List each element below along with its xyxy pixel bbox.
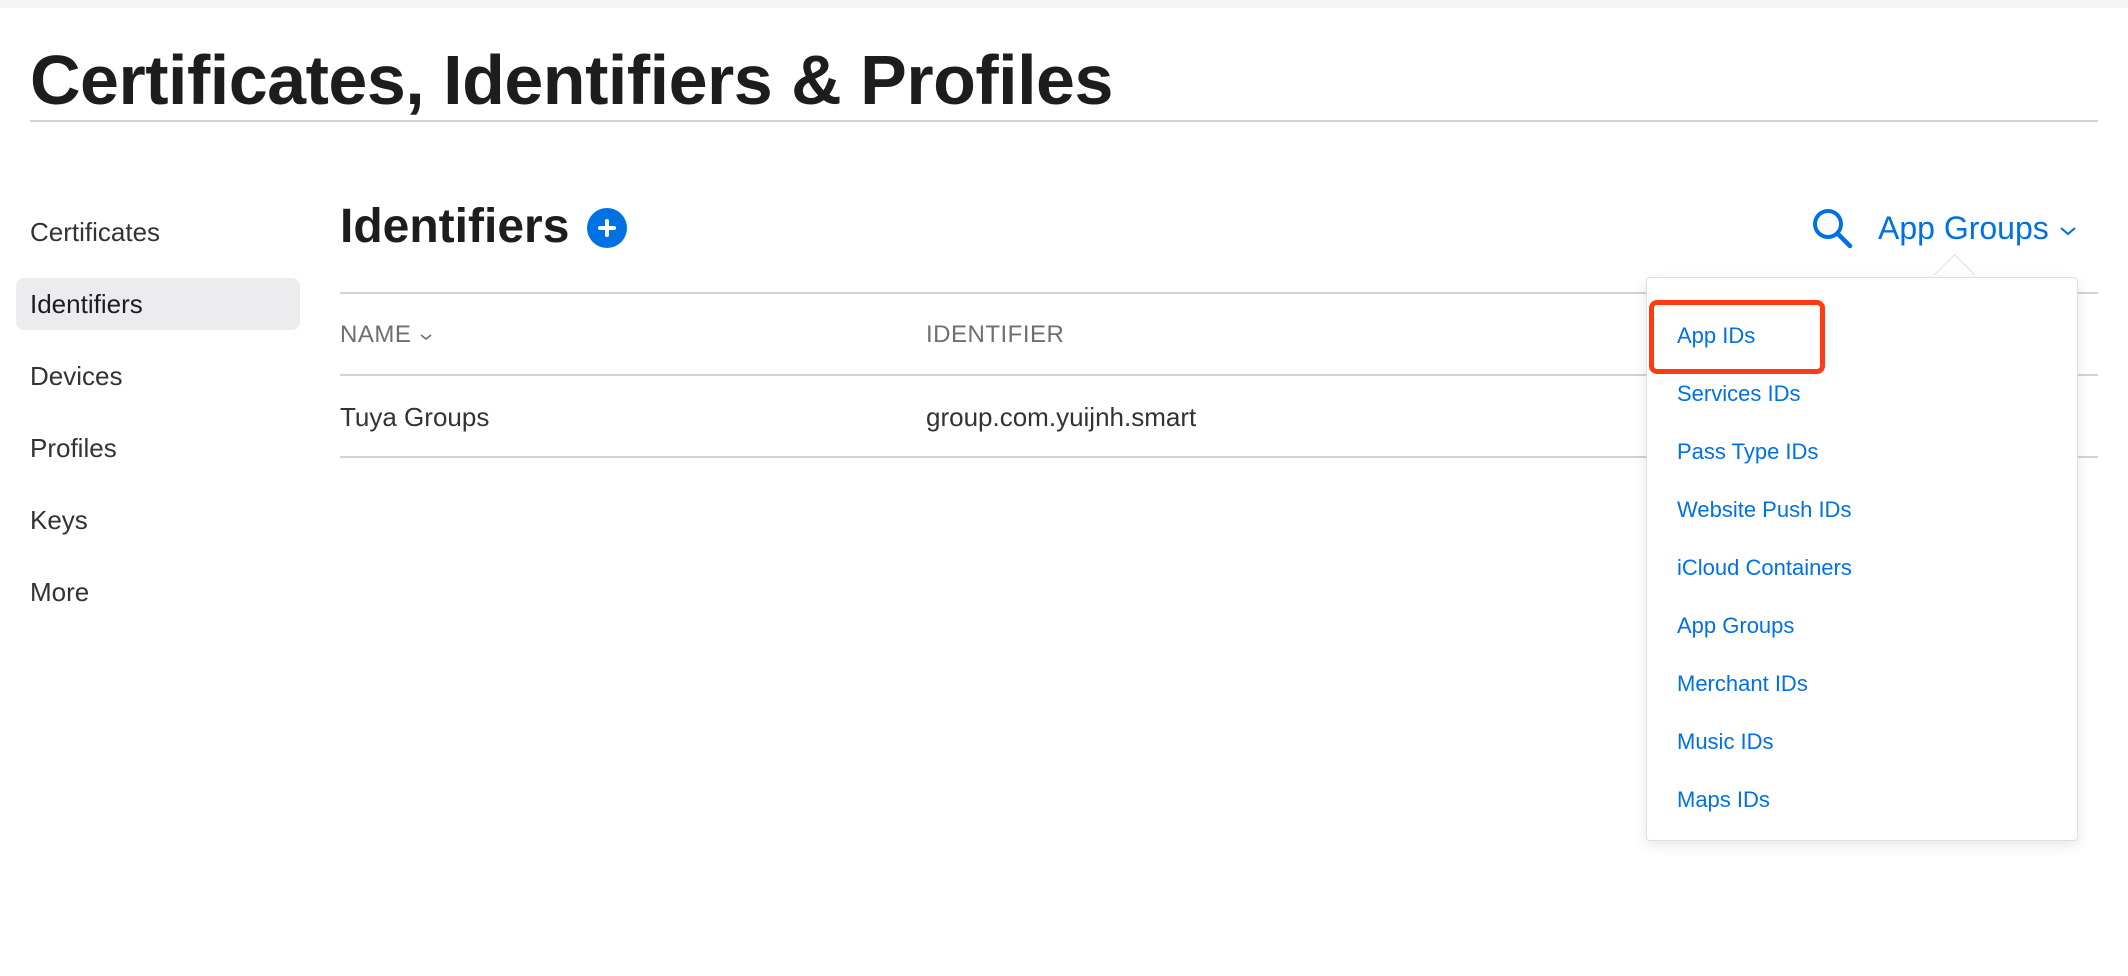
sidebar-item-label: Certificates [30, 217, 161, 247]
identifier-type-menu: App IDs Services IDs Pass Type IDs Websi… [1646, 277, 2078, 841]
column-header-name[interactable]: NAME [340, 318, 433, 352]
row-identifier-cell[interactable]: group.com.yuijnh.smart [926, 400, 1196, 434]
sidebar-item-label: Keys [30, 505, 88, 535]
menu-item-services-ids[interactable]: Services IDs [1677, 379, 1800, 409]
menu-item-website-push-ids[interactable]: Website Push IDs [1677, 495, 1851, 525]
column-header-identifier: IDENTIFIER [926, 321, 1065, 348]
sidebar-item-identifiers[interactable]: Identifiers [16, 278, 300, 330]
menu-item-icloud-containers[interactable]: iCloud Containers [1677, 553, 1852, 583]
sidebar-item-label: More [30, 577, 90, 607]
search-icon [1813, 209, 1853, 249]
search-button[interactable] [1810, 206, 1854, 250]
menu-item-merchant-ids[interactable]: Merchant IDs [1677, 669, 1808, 699]
sidebar-item-certificates[interactable]: Certificates [16, 206, 300, 258]
top-bar [0, 0, 2128, 8]
sidebar-item-profiles[interactable]: Profiles [16, 422, 300, 474]
section-title: Identifiers [340, 200, 570, 253]
column-header-label: NAME [340, 321, 412, 348]
row-name-cell[interactable]: Tuya Groups [340, 400, 489, 434]
sidebar-item-label: Identifiers [30, 289, 143, 319]
sidebar-item-more[interactable]: More [16, 566, 300, 618]
sort-chevron-icon [420, 334, 432, 341]
chevron-down-icon [2060, 227, 2076, 236]
menu-item-music-ids[interactable]: Music IDs [1677, 727, 1774, 757]
sidebar: Certificates Identifiers Devices Profile… [16, 206, 300, 638]
sidebar-item-label: Profiles [30, 433, 117, 463]
filter-label: App Groups [1878, 209, 2049, 246]
sidebar-item-keys[interactable]: Keys [16, 494, 300, 546]
title-divider [30, 120, 2098, 122]
page-title: Certificates, Identifiers & Profiles [30, 41, 1113, 119]
menu-item-maps-ids[interactable]: Maps IDs [1677, 785, 1770, 815]
sidebar-item-label: Devices [30, 361, 123, 391]
sidebar-item-devices[interactable]: Devices [16, 350, 300, 402]
menu-item-app-ids[interactable]: App IDs [1677, 321, 1755, 351]
filter-dropdown-button[interactable]: App Groups [1878, 202, 2077, 254]
add-identifier-button[interactable] [587, 208, 627, 248]
menu-item-app-groups[interactable]: App Groups [1677, 611, 1794, 641]
menu-item-pass-type-ids[interactable]: Pass Type IDs [1677, 437, 1818, 467]
